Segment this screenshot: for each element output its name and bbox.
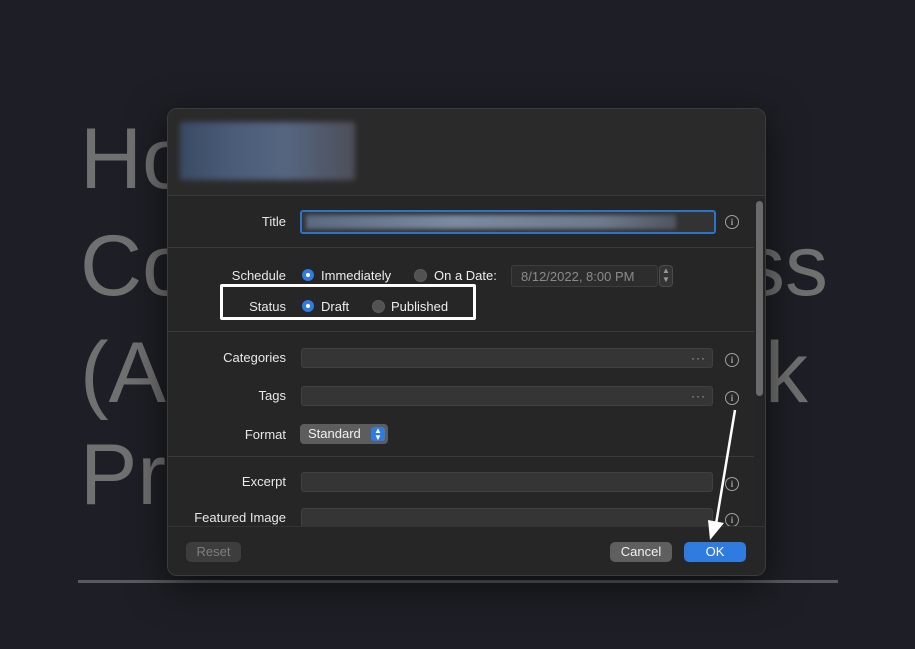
annotation-arrow [708, 409, 737, 540]
annotation-arrow-head [708, 520, 724, 540]
annotation-arrow-shaft [714, 409, 737, 525]
